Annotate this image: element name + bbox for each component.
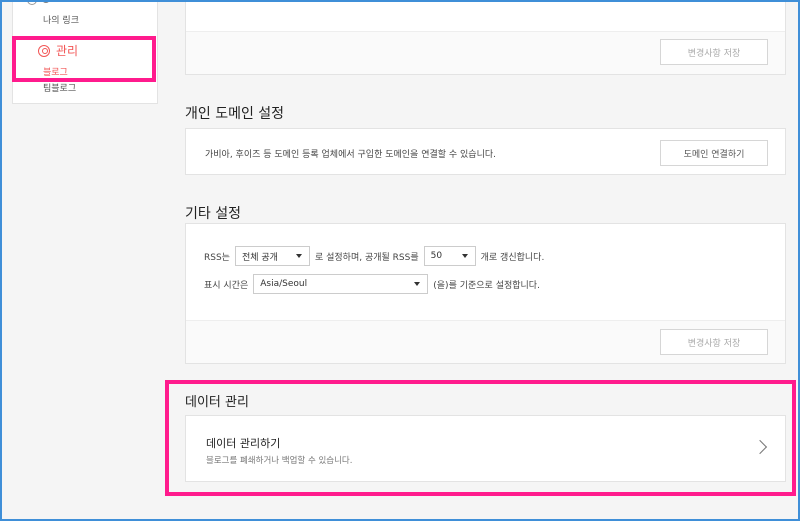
rss-scope-value: 전체 공개 [241,252,278,263]
card-footer: 변경사항 저장 [186,320,785,363]
highlight-box-sidebar [12,36,156,82]
timezone-suffix-text: (을)를 기준으로 설정합니다. [433,280,540,291]
timezone-label: 표시 시간은 [204,280,249,291]
section-title-domain: 개인 도메인 설정 [185,106,285,122]
domain-description: 가비아, 후이즈 등 도메인 등록 업체에서 구입한 도메인을 연결할 수 있습… [205,150,497,160]
sidebar-sub-team-blog[interactable]: 팀블로그 [43,81,76,94]
rss-suffix-text: 개로 갱신합니다. [480,252,545,263]
timezone-select[interactable]: Asia/Seoul [253,274,429,294]
timezone-row: 표시 시간은 Asia/Seoul (을)를 기준으로 설정합니다. [204,274,540,294]
settings-card-top: 변경사항 저장 [185,0,786,75]
rss-mid-text: 로 설정하며, 공개될 RSS를 [314,252,419,263]
rss-scope-select[interactable]: 전체 공개 [234,246,310,266]
connect-domain-button[interactable]: 도메인 연결하기 [660,140,768,166]
chevron-down-icon [295,254,302,258]
chevron-down-icon [414,282,421,286]
save-button-other[interactable]: 변경사항 저장 [660,329,768,355]
chevron-down-icon [461,254,468,258]
rss-count-select[interactable]: 50 [423,246,476,266]
rss-count-value: 50 [430,251,443,261]
highlight-box-data [165,380,796,496]
rss-label: RSS는 [204,252,230,263]
section-title-other: 기타 설정 [185,206,241,222]
link-icon [27,0,37,5]
save-button-top[interactable]: 변경사항 저장 [660,39,768,65]
rss-row: RSS는 전체 공개 로 설정하며, 공개될 RSS를 50 개로 갱신합니다. [204,246,544,266]
sidebar-sub-my-link[interactable]: 나의 링크 [43,13,79,26]
sidebar-item-link[interactable]: 링크 [41,0,59,5]
domain-card: 가비아, 후이즈 등 도메인 등록 업체에서 구입한 도메인을 연결할 수 있습… [185,128,786,175]
timezone-value: Asia/Seoul [260,279,308,289]
other-settings-card: RSS는 전체 공개 로 설정하며, 공개될 RSS를 50 개로 갱신합니다.… [185,223,786,364]
